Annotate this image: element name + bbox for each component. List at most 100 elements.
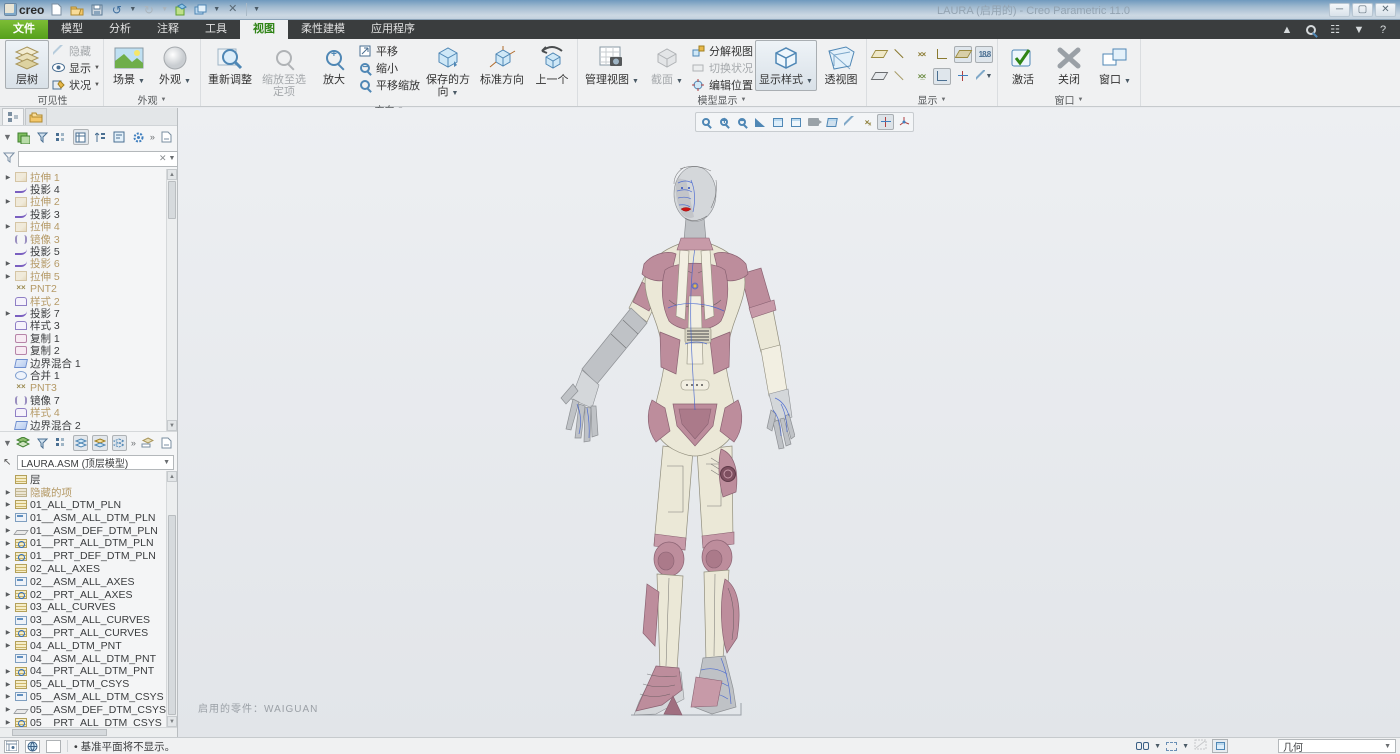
display-style-button[interactable]: 显示样式 ▼	[755, 40, 817, 91]
expand-arrow-icon[interactable]: ▶	[4, 501, 12, 508]
expand-arrow-icon[interactable]: ▶	[4, 273, 12, 280]
tree-item[interactable]: 02__ASM_ALL_AXES	[4, 575, 177, 588]
tree-item[interactable]: ▶ 02_ALL_AXES	[4, 563, 177, 576]
windows-button[interactable]: 窗口 ▼	[1093, 40, 1137, 91]
expand-arrow-icon[interactable]: ▶	[4, 668, 12, 675]
layer-save-icon[interactable]	[159, 435, 174, 451]
plane-name-toggle[interactable]	[870, 68, 888, 85]
regenerate-button[interactable]	[173, 2, 188, 17]
show-button[interactable]: 显示▼	[51, 60, 100, 75]
point-name-toggle[interactable]: ×̲×	[912, 68, 930, 85]
tree-expand-icon[interactable]	[112, 129, 127, 145]
saved-orientations-icon[interactable]	[787, 114, 804, 130]
tab-view[interactable]: 视图	[240, 20, 288, 39]
tree-item[interactable]: ▶ 01__PRT_DEF_DTM_PLN	[4, 550, 177, 563]
window-switch-button[interactable]	[193, 2, 208, 17]
axis-display-toggle[interactable]	[891, 46, 909, 63]
tree-item[interactable]: ▶ 03__PRT_ALL_CURVES	[4, 627, 177, 640]
layer-tree-button[interactable]: 层树	[5, 40, 49, 89]
spin-center-toggle-icon[interactable]	[877, 114, 894, 130]
layer-show-toggle-2[interactable]	[92, 435, 107, 451]
select-box-icon[interactable]	[1166, 742, 1177, 751]
options-dropdown-icon[interactable]: ▼	[1352, 23, 1366, 37]
annotation-display-toggle[interactable]: ▼	[975, 68, 993, 85]
scene-button[interactable]: 场景 ▼	[107, 40, 151, 91]
redo-dropdown[interactable]: ▼	[161, 6, 168, 13]
selection-filter-dropdown-icon[interactable]: ▼	[1384, 743, 1391, 750]
tree-item[interactable]: 合并 1	[4, 369, 177, 381]
tree-item[interactable]: ▶ 05__ASM_ALL_DTM_CSYS	[4, 691, 177, 704]
plane-display-toggle[interactable]	[870, 46, 888, 63]
display-style-icon[interactable]	[769, 114, 786, 130]
window-switch-dropdown[interactable]: ▼	[213, 6, 220, 13]
layer-show-toggle-1[interactable]	[73, 435, 88, 451]
csys-display-toggle[interactable]	[933, 46, 951, 63]
clear-search-icon[interactable]: ✕	[159, 153, 167, 164]
axis-name-toggle[interactable]	[891, 68, 909, 85]
search-icon[interactable]	[1304, 23, 1318, 37]
tree-columns-icon[interactable]	[54, 129, 69, 145]
tree-item[interactable]: ▶ 01__ASM_DEF_DTM_PLN	[4, 524, 177, 537]
tree-item[interactable]: 边界混合 2	[4, 419, 177, 431]
perspective-button[interactable]: 透视图	[819, 40, 863, 89]
tree-item[interactable]: ▶ 05_ALL_DTM_CSYS	[4, 678, 177, 691]
layer-new-icon[interactable]	[140, 435, 155, 451]
tree-item[interactable]: ▶ 05__PRT_ALL_DTM_CSYS	[4, 716, 177, 727]
search-options-dropdown-icon[interactable]: ▼	[169, 155, 176, 162]
close-button[interactable]: ✕	[1375, 3, 1396, 17]
perspective-icon[interactable]	[823, 114, 840, 130]
expand-arrow-icon[interactable]: ▶	[4, 260, 12, 267]
standard-orientation-button[interactable]: 标准方向	[476, 40, 528, 89]
expand-arrow-icon[interactable]: ▶	[4, 223, 12, 230]
tree-item[interactable]: ▶ 01_ALL_DTM_PLN	[4, 499, 177, 512]
minimize-button[interactable]: ─	[1329, 3, 1350, 17]
datum-display-filters-icon[interactable]: ×ₓ	[859, 114, 876, 130]
appearance-button[interactable]: 外观 ▼	[153, 40, 197, 91]
model-tree-scrollbar[interactable]: ▲▼	[166, 169, 177, 431]
tree-item[interactable]: ▶ 拉伸 5	[4, 270, 177, 282]
expand-arrow-icon[interactable]: ▶	[4, 719, 12, 726]
close-window-button[interactable]: ✕	[225, 2, 240, 17]
activate-button[interactable]: 激活	[1001, 40, 1045, 89]
close-window-ribbon-button[interactable]: 关闭	[1047, 40, 1091, 89]
tree-sort-icon[interactable]	[93, 129, 108, 145]
customize-qat-dropdown[interactable]: ▼	[253, 6, 260, 13]
zoom-out-button[interactable]: − 缩小	[358, 60, 420, 75]
expand-arrow-icon[interactable]: ▶	[4, 706, 12, 713]
expand-arrow-icon[interactable]: ▶	[4, 527, 12, 534]
expand-arrow-icon[interactable]: ▶	[4, 174, 12, 181]
open-button[interactable]	[69, 2, 84, 17]
message-log-icon[interactable]	[4, 740, 19, 753]
expand-arrow-icon[interactable]: ▶	[4, 629, 12, 636]
zoom-in-icon[interactable]: +	[715, 114, 732, 130]
expand-arrow-icon[interactable]: ▶	[4, 565, 12, 572]
tab-tools[interactable]: 工具	[192, 20, 240, 39]
save-button[interactable]	[89, 2, 104, 17]
tree-item[interactable]: ▶ 02__PRT_ALL_AXES	[4, 588, 177, 601]
saved-orientations-button[interactable]: 保存的方 向 ▼	[422, 40, 474, 103]
tree-item[interactable]: ▶ 03_ALL_CURVES	[4, 601, 177, 614]
help-icon[interactable]: ?	[1376, 23, 1390, 37]
expand-arrow-icon[interactable]: ▶	[4, 553, 12, 560]
expand-arrow-icon[interactable]: ▶	[4, 681, 12, 688]
status-button[interactable]: 状况▼	[51, 77, 100, 92]
tree-style-icon[interactable]	[73, 129, 88, 145]
expand-arrow-icon[interactable]: ▶	[4, 198, 12, 205]
plane-tag-toggle[interactable]	[954, 46, 972, 63]
tree-item[interactable]: ▶ 04__PRT_ALL_DTM_PNT	[4, 665, 177, 678]
manage-views-button[interactable]: 管理视图 ▼	[581, 40, 643, 91]
edit-position-button[interactable]: 编辑位置	[691, 77, 753, 92]
blank-panel-icon[interactable]	[46, 740, 61, 753]
model-tree-search-input[interactable]	[21, 152, 157, 165]
annotation-display-icon[interactable]	[841, 114, 858, 130]
browser-globe-icon[interactable]	[25, 740, 40, 753]
layer-tree-overflow-icon[interactable]: »	[131, 438, 136, 448]
undo-dropdown[interactable]: ▼	[129, 6, 136, 13]
tree-item[interactable]: 03__ASM_ALL_CURVES	[4, 614, 177, 627]
select-box-dropdown-icon[interactable]: ▼	[1182, 743, 1189, 750]
find-dropdown-icon[interactable]: ▼	[1154, 743, 1161, 750]
model-tree-tab[interactable]	[2, 108, 24, 125]
undo-button[interactable]: ↺	[109, 2, 124, 17]
3d-select-mode-button[interactable]	[1212, 739, 1228, 753]
expand-arrow-icon[interactable]: ▶	[4, 693, 12, 700]
